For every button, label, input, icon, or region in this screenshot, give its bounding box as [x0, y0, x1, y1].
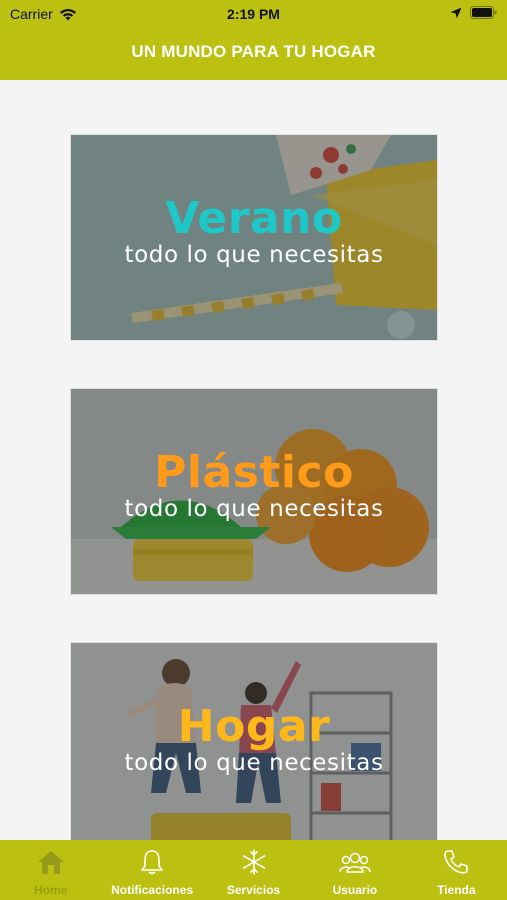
location-arrow-icon: [450, 7, 462, 18]
tab-label: Servicios: [226, 883, 281, 897]
tab-label: Tienda: [437, 883, 476, 897]
phone-icon: [444, 850, 469, 874]
page-title: UN MUNDO PARA TU HOGAR: [131, 42, 376, 61]
tab-label: Notificaciones: [111, 883, 194, 897]
card-title: Plástico: [154, 447, 354, 498]
category-list[interactable]: Verano todo lo que necesitas Plástico to…: [0, 80, 507, 840]
header-bar: Carrier 2:19 PM UN MUNDO PARA TU HOGAR: [0, 0, 507, 80]
tab-home[interactable]: Home: [0, 840, 101, 900]
tab-bar: Home Notificaciones Servicios Usuario Ti…: [0, 840, 507, 900]
card-subtitle: todo lo que necesitas: [124, 496, 384, 522]
category-card-plastico[interactable]: Plástico todo lo que necesitas: [71, 389, 437, 594]
tab-tienda[interactable]: Tienda: [406, 840, 507, 900]
card-subtitle: todo lo que necesitas: [124, 242, 384, 268]
battery-icon: [470, 6, 497, 19]
tab-label: Usuario: [332, 883, 378, 897]
category-card-verano[interactable]: Verano todo lo que necesitas: [71, 135, 437, 340]
users-icon: [339, 852, 371, 873]
tab-label: Home: [34, 883, 68, 897]
status-bar: Carrier 2:19 PM: [0, 0, 507, 28]
card-title: Hogar: [177, 701, 331, 752]
status-right: [450, 6, 497, 19]
home-icon: [37, 851, 64, 874]
card-title: Verano: [165, 193, 343, 244]
category-card-hogar[interactable]: Hogar todo lo que necesitas: [71, 643, 437, 840]
tab-notificaciones[interactable]: Notificaciones: [101, 840, 202, 900]
tab-servicios[interactable]: Servicios: [203, 840, 304, 900]
tab-usuario[interactable]: Usuario: [304, 840, 405, 900]
asterisk-icon: [242, 849, 265, 875]
bell-icon: [141, 850, 163, 875]
card-subtitle: todo lo que necesitas: [124, 750, 384, 776]
status-time: 2:19 PM: [227, 6, 280, 22]
